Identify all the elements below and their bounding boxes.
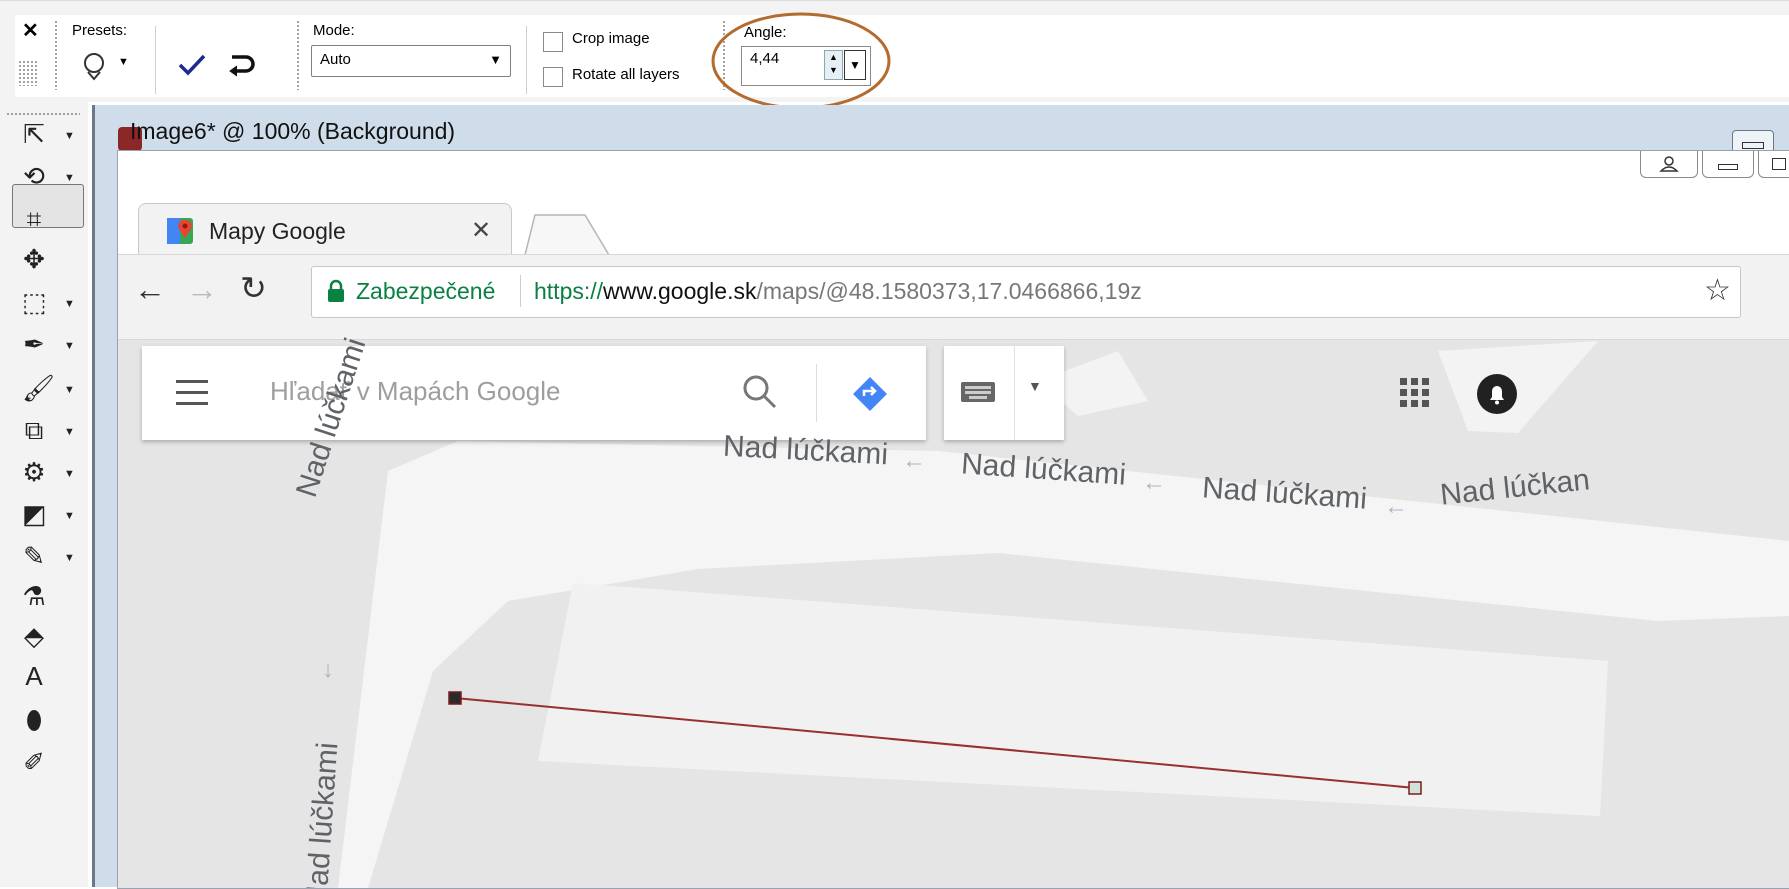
grip-handle-vertical[interactable]	[54, 20, 58, 90]
image-canvas[interactable]: Mapy Google ✕ ← → ↻ Zabezpečené https://…	[117, 150, 1789, 889]
brush-variance-icon[interactable]: ⚗	[22, 582, 46, 610]
tool-chevron-down-icon[interactable]: ▼	[64, 164, 76, 192]
mode-select[interactable]: Auto ▼	[311, 45, 511, 77]
pick-tool-icon[interactable]: ⇱	[22, 120, 46, 148]
dodge-burn-icon[interactable]: ◩	[22, 500, 47, 528]
paint-brush-icon[interactable]: 🖌	[22, 374, 55, 402]
close-options-icon[interactable]: ✕	[22, 18, 39, 43]
crop-tool-icon[interactable]: ⌗	[22, 205, 46, 233]
dropper-tool-icon[interactable]: ✒	[22, 330, 46, 358]
crop-image-checkbox[interactable]	[543, 32, 563, 52]
mode-label: Mode:	[313, 22, 355, 39]
image-window-title: Image6* @ 100% (Background)	[130, 118, 456, 144]
straighten-preset-icon	[84, 53, 104, 81]
rotate-all-layers-label: Rotate all layers	[572, 66, 680, 83]
reset-button[interactable]	[224, 48, 256, 85]
fill-tool-icon[interactable]: ⬘	[22, 622, 46, 650]
presets-label: Presets:	[72, 22, 128, 39]
grip-handle-vertical[interactable]	[296, 20, 300, 90]
tool-chevron-down-icon[interactable]: ▼	[64, 418, 76, 446]
eraser-tool-icon[interactable]: ✎	[22, 542, 46, 570]
shape-tool-icon[interactable]: ⬮	[22, 706, 46, 734]
grip-handle[interactable]	[18, 60, 38, 86]
toolbar-grip[interactable]	[6, 112, 80, 116]
presets-chevron-down-icon[interactable]: ▼	[118, 56, 129, 68]
pen-tool-icon[interactable]: ✐	[22, 748, 46, 776]
tool-chevron-down-icon[interactable]: ▼	[64, 290, 76, 318]
chevron-down-icon: ▼	[489, 52, 502, 67]
presets-dropdown[interactable]	[78, 48, 114, 84]
straighten-tool-icon[interactable]: ⟲	[22, 162, 46, 190]
divider	[155, 26, 156, 94]
move-tool-icon[interactable]: ✥	[22, 245, 46, 273]
mode-value: Auto	[320, 51, 351, 68]
tool-chevron-down-icon[interactable]: ▼	[64, 332, 76, 360]
tool-chevron-down-icon[interactable]: ▼	[64, 502, 76, 530]
guide-end-handle[interactable]	[1408, 781, 1422, 795]
tool-chevron-down-icon[interactable]: ▼	[64, 460, 76, 488]
divider	[526, 26, 527, 94]
clone-tool-icon[interactable]: ⧉	[22, 416, 46, 444]
selection-tool-icon[interactable]: ⬚	[22, 288, 47, 316]
tool-chevron-down-icon[interactable]: ▼	[64, 122, 76, 150]
retouch-tool-icon[interactable]: ⚙	[22, 458, 46, 486]
undo-arrow-icon	[229, 55, 255, 77]
checkmark-icon	[178, 54, 206, 76]
guide-start-handle[interactable]	[448, 691, 462, 705]
apply-button[interactable]	[176, 48, 208, 85]
tool-chevron-down-icon[interactable]: ▼	[64, 376, 76, 404]
tool-options-panel	[15, 15, 1789, 97]
crop-image-label: Crop image	[572, 30, 650, 47]
straighten-guide[interactable]	[118, 151, 1789, 888]
rotate-all-layers-checkbox[interactable]	[543, 67, 563, 87]
text-tool-icon[interactable]: A	[22, 662, 46, 690]
angle-highlight-ellipse	[711, 12, 891, 110]
tool-chevron-down-icon[interactable]: ▼	[64, 544, 76, 572]
minimize-icon	[1742, 142, 1764, 149]
